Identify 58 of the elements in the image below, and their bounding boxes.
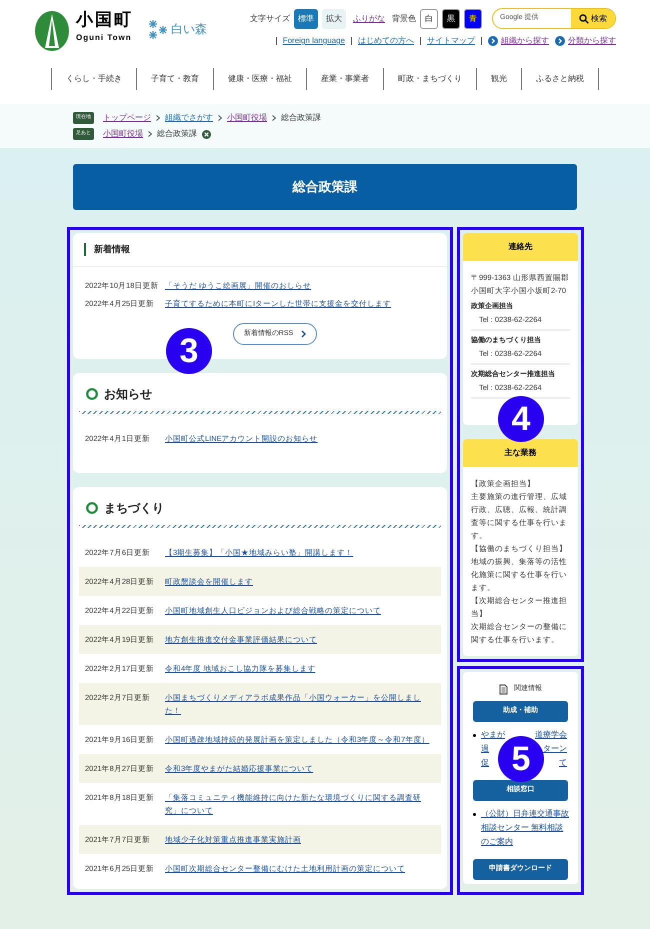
related-link[interactable]: 過 [481,742,489,756]
section-title: お知らせ [104,386,152,403]
furigana-link[interactable]: ふりがな [353,12,385,24]
nav-item[interactable]: 町政・まちづくり [384,68,477,90]
search-button[interactable]: 検索 [571,9,615,28]
related-link[interactable]: 促 [481,756,489,770]
text-size-button[interactable]: 標準 [294,8,318,28]
town-emblem-icon [34,10,70,52]
section-title: まちづくり [104,500,164,517]
breadcrumb-link[interactable]: 組織でさがす [165,112,213,124]
related-link[interactable]: 相談センター 無料相談 [481,821,564,835]
breadcrumb-current: 総合政策課 [157,128,197,140]
header-link[interactable]: 組織から探す [488,35,549,47]
breadcrumb-link[interactable]: 小国町役場 [227,112,267,124]
nav-item[interactable]: 産業・事業者 [307,68,384,90]
logo-subtitle: Oguni Town [76,32,133,44]
header-link[interactable]: サイトマップ [427,35,475,47]
chevron-right-icon [148,131,152,137]
circle-icon [86,502,98,514]
background-color-button[interactable]: 白 [420,8,438,28]
document-icon [499,684,508,695]
nav-item[interactable]: ふるさと納税 [522,68,599,90]
breadcrumb-link[interactable]: 小国町役場 [103,128,143,140]
search-icon [579,14,589,24]
page-title: 総合政策課 [73,164,577,210]
chevron-right-icon [156,115,160,121]
text-size-label: 文字サイズ [250,12,290,24]
header-link[interactable]: 分類から探す [555,35,616,47]
circle-icon [86,388,98,400]
breadcrumb-link[interactable]: トップページ [103,112,151,124]
background-color-button[interactable]: 青 [464,8,482,28]
brand-logo-text: 白い森 [171,21,207,38]
chevron-circle-icon [555,36,565,46]
header-link[interactable]: はじめての方へ [358,35,414,47]
background-color-button[interactable]: 黒 [442,8,460,28]
nav-item[interactable]: 観光 [477,68,522,90]
annotation-marker: 3 [166,328,212,374]
nav-item[interactable]: 子育て・教育 [137,68,214,90]
nav-item[interactable]: くらし・手続き [52,68,137,90]
logo-title: 小国町 [76,9,133,31]
nav-item[interactable]: 健康・医療・福祉 [214,68,307,90]
chevron-circle-icon [488,36,498,46]
chevron-right-icon [301,330,306,338]
header-link[interactable]: Foreign language [282,35,345,47]
snowflake-icon [147,18,169,40]
news-title: 新着情報 [94,242,130,256]
related-link[interactable]: ターン [543,742,567,756]
close-icon[interactable] [202,130,211,138]
breadcrumb-current: 総合政策課 [281,112,321,124]
duties-header: 主な業務 [463,439,578,467]
background-color-label: 背景色 [392,12,416,24]
chevron-right-icon [218,115,222,121]
contact-header: 連絡先 [463,233,578,261]
chevron-right-icon [272,115,276,121]
related-link[interactable]: （公財）日弁連交通事故 [481,807,569,821]
related-link[interactable]: て [559,756,567,770]
text-size-button[interactable]: 拡大 [322,8,346,28]
related-link[interactable]: のご案内 [481,835,513,849]
